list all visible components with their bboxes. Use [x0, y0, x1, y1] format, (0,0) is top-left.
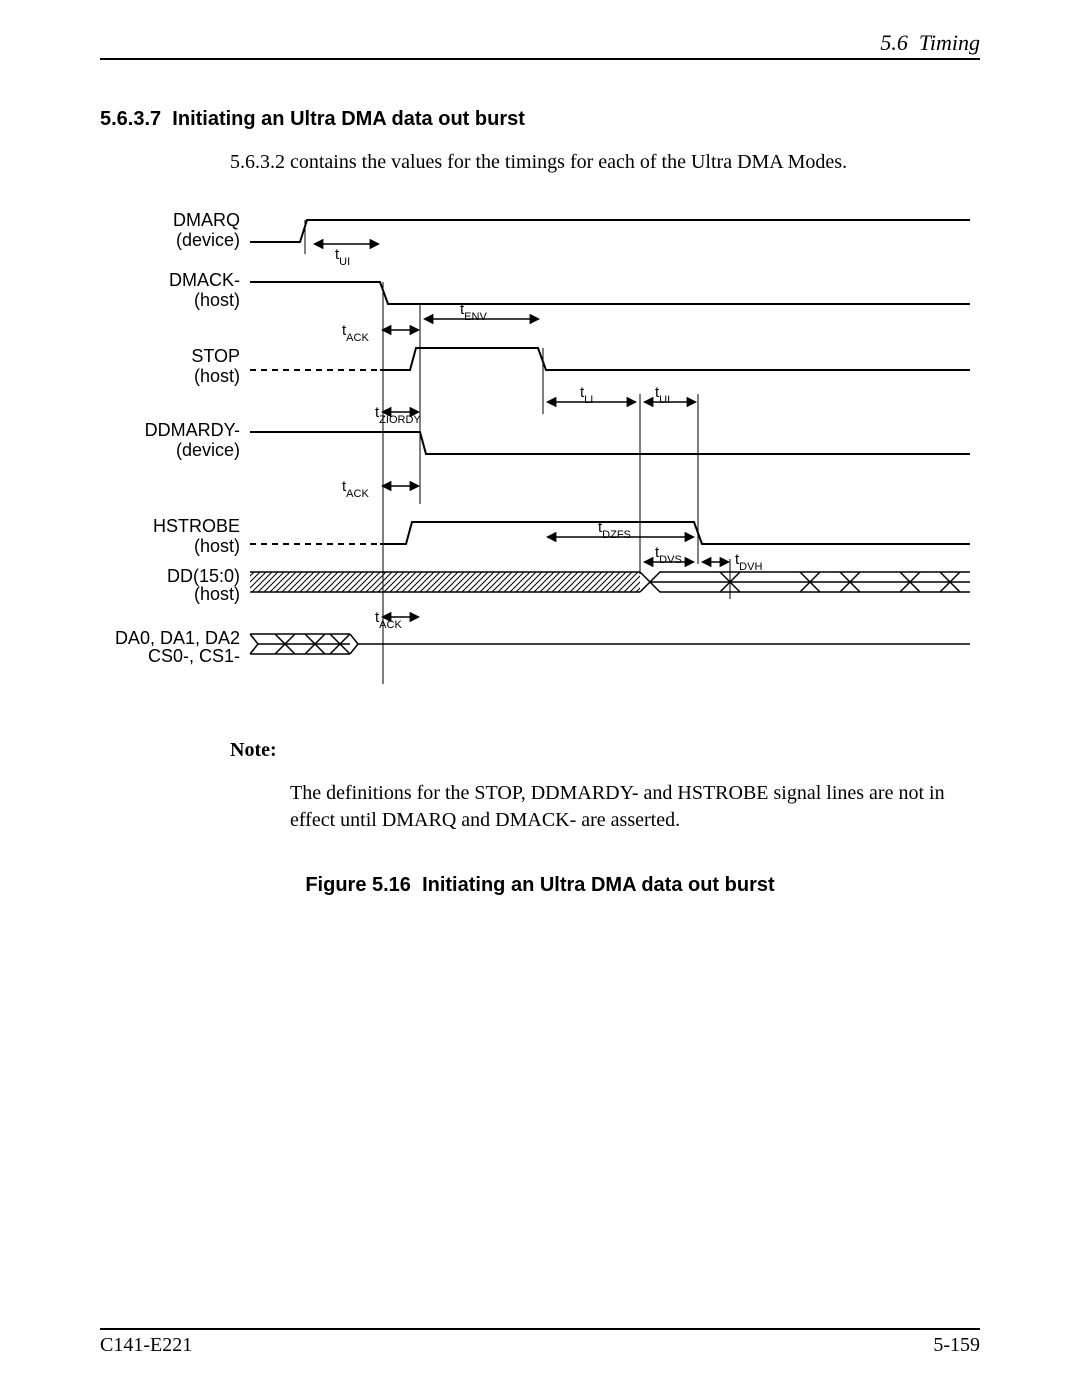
svg-text:tACK: tACK — [342, 322, 369, 344]
label-ddmardy: DDMARDY- — [145, 420, 240, 440]
header-section: 5.6 — [880, 30, 908, 55]
label-hstrobe-src: (host) — [194, 536, 240, 556]
svg-text:tDVS: tDVS — [655, 544, 682, 566]
label-dmack: DMACK- — [169, 270, 240, 290]
label-dmack-src: (host) — [194, 290, 240, 310]
footer-left: C141-E221 — [100, 1334, 192, 1357]
footer-right: 5-159 — [933, 1334, 980, 1357]
figure-title: Initiating an Ultra DMA data out burst — [422, 874, 775, 896]
section-number: 5.6.3.7 — [100, 108, 161, 130]
page-footer: C141-E221 5-159 — [100, 1328, 980, 1357]
label-da: DA0, DA1, DA2 — [115, 628, 240, 648]
timing-diagram: DMARQ (device) DMACK- (host) STOP (host)… — [100, 204, 980, 699]
svg-text:tZIORDY: tZIORDY — [375, 404, 421, 426]
label-hstrobe: HSTROBE — [153, 516, 240, 536]
label-dd-src: (host) — [194, 584, 240, 604]
figure-number: Figure 5.16 — [305, 874, 411, 896]
svg-text:tACK: tACK — [342, 478, 369, 500]
label-da2: CS0-, CS1- — [148, 646, 240, 666]
svg-text:tACK: tACK — [375, 609, 402, 631]
section-title: Initiating an Ultra DMA data out burst — [172, 108, 525, 130]
label-dmarq: DMARQ — [173, 210, 240, 230]
label-stop: STOP — [191, 346, 240, 366]
note-label: Note: — [230, 739, 980, 762]
label-dd: DD(15:0) — [167, 566, 240, 586]
figure-caption: Figure 5.16 Initiating an Ultra DMA data… — [100, 874, 980, 897]
page-header: 5.6 Timing — [100, 30, 980, 60]
label-ddmardy-src: (device) — [176, 440, 240, 460]
svg-text:tUI: tUI — [335, 246, 350, 268]
label-stop-src: (host) — [194, 366, 240, 386]
section-heading: 5.6.3.7 Initiating an Ultra DMA data out… — [100, 108, 980, 131]
intro-text: 5.6.3.2 contains the values for the timi… — [230, 151, 980, 174]
header-title: Timing — [919, 30, 980, 55]
svg-text:tDVH: tDVH — [735, 551, 762, 573]
note-text: The definitions for the STOP, DDMARDY- a… — [290, 780, 980, 834]
label-dmarq-src: (device) — [176, 230, 240, 250]
